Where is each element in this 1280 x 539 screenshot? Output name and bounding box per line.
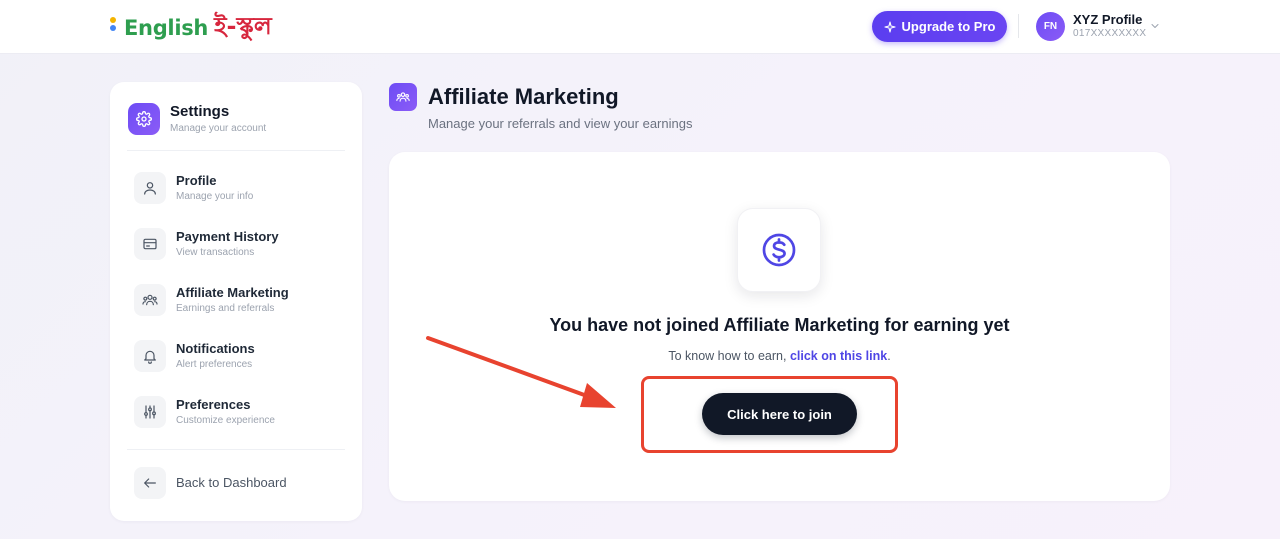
divider	[127, 150, 345, 151]
sidebar-item-label: Profile	[176, 173, 217, 188]
sidebar-item-sub: Manage your info	[176, 191, 254, 202]
settings-sidebar: Settings Manage your account Profile Man…	[110, 82, 362, 521]
gear-icon	[128, 103, 160, 135]
profile-phone: 017XXXXXXXX	[1073, 28, 1147, 39]
header-divider	[1018, 14, 1019, 38]
annotation-arrow	[426, 336, 616, 408]
sliders-icon	[134, 396, 166, 428]
logo[interactable]: English ই-স্কুল	[110, 10, 272, 46]
divider	[127, 449, 345, 450]
back-to-dashboard-button[interactable]: Back to Dashboard	[127, 460, 345, 506]
sidebar-item-sub: Customize experience	[176, 415, 275, 426]
user-icon	[134, 172, 166, 204]
sidebar-item-affiliate-marketing[interactable]: Affiliate Marketing Earnings and referra…	[127, 277, 345, 323]
empty-text-prefix: To know how to earn,	[668, 349, 790, 363]
profile-name[interactable]: XYZ Profile	[1073, 12, 1142, 27]
dollar-icon	[737, 208, 821, 292]
bell-icon	[134, 340, 166, 372]
arrow-left-icon	[134, 467, 166, 499]
sidebar-item-sub: Earnings and referrals	[176, 303, 275, 314]
upgrade-label: Upgrade to Pro	[901, 19, 996, 34]
sidebar-item-label: Notifications	[176, 341, 255, 356]
logo-text-english: English	[124, 16, 209, 40]
chevron-down-icon[interactable]	[1149, 20, 1161, 32]
empty-text-suffix: .	[887, 349, 891, 363]
sidebar-item-notifications[interactable]: Notifications Alert preferences	[127, 333, 345, 379]
sidebar-item-sub: Alert preferences	[176, 359, 253, 370]
sidebar-item-sub: View transactions	[176, 247, 255, 258]
sidebar-item-profile[interactable]: Profile Manage your info	[127, 165, 345, 211]
sparkle-icon	[883, 20, 896, 33]
logo-dots	[110, 17, 118, 39]
page-subtitle: Manage your referrals and view your earn…	[428, 116, 693, 131]
credit-card-icon	[134, 228, 166, 260]
sidebar-subtitle: Manage your account	[170, 123, 267, 134]
how-to-earn-link[interactable]: click on this link	[790, 349, 887, 363]
top-header: English ই-স্কুল Upgrade to Pro FN XYZ Pr…	[0, 0, 1280, 54]
logo-text-bengali: ই-স্কুল	[214, 11, 272, 40]
sidebar-title: Settings	[170, 103, 230, 120]
sidebar-item-label: Preferences	[176, 397, 251, 412]
sidebar-item-payment-history[interactable]: Payment History View transactions	[127, 221, 345, 267]
users-icon	[134, 284, 166, 316]
sidebar-item-preferences[interactable]: Preferences Customize experience	[127, 389, 345, 435]
page-title: Affiliate Marketing	[428, 84, 619, 109]
sidebar-item-label: Affiliate Marketing	[176, 285, 289, 300]
annotation-highlight-box	[641, 376, 898, 453]
avatar[interactable]: FN	[1036, 12, 1065, 41]
upgrade-to-pro-button[interactable]: Upgrade to Pro	[872, 11, 1007, 42]
back-to-dashboard-label: Back to Dashboard	[176, 475, 287, 490]
sidebar-item-label: Payment History	[176, 229, 279, 244]
users-icon	[389, 83, 417, 111]
